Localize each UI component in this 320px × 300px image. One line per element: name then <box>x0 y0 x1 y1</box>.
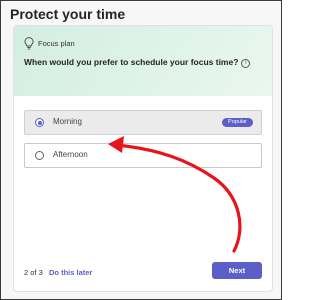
dialog-title: Protect your time <box>10 6 126 22</box>
info-icon[interactable]: i <box>241 59 251 68</box>
do-this-later-link[interactable]: Do this later <box>49 268 92 277</box>
dialog-frame: Protect your time Focus plan When would … <box>0 0 282 300</box>
lightbulb-icon <box>24 37 34 50</box>
radio-afternoon[interactable] <box>35 151 44 160</box>
schedule-question: When would you prefer to schedule your f… <box>24 57 251 68</box>
popular-badge: Popular <box>222 118 253 127</box>
question-text: When would you prefer to schedule your f… <box>24 57 239 67</box>
card-header: Focus plan When would you prefer to sche… <box>14 26 272 96</box>
focus-plan-label: Focus plan <box>38 39 75 48</box>
option-morning-label: Morning <box>53 117 82 126</box>
option-afternoon[interactable]: Afternoon <box>24 143 262 168</box>
option-afternoon-label: Afternoon <box>53 150 88 159</box>
option-morning[interactable]: Morning Popular <box>24 110 262 135</box>
next-button[interactable]: Next <box>212 262 262 279</box>
step-indicator: 2 of 3 <box>24 268 43 277</box>
radio-morning[interactable] <box>35 118 44 127</box>
focus-plan-card: Focus plan When would you prefer to sche… <box>13 25 273 292</box>
